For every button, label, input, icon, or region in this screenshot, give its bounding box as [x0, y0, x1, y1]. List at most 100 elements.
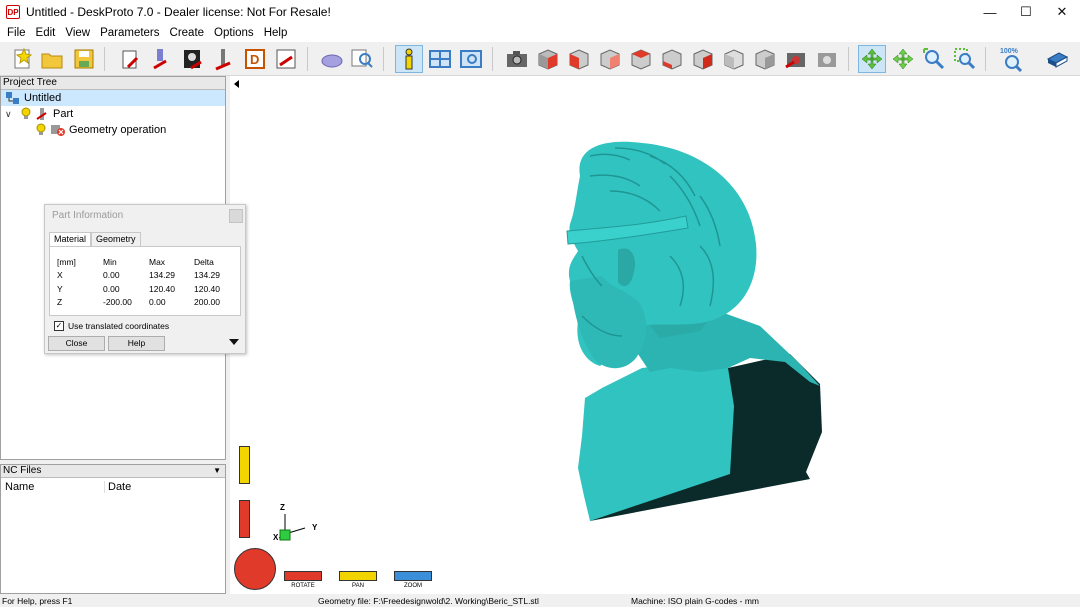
view-iso-button[interactable]	[534, 45, 562, 73]
minimize-button[interactable]: —	[972, 0, 1008, 24]
pan-slider[interactable]	[239, 446, 250, 484]
collapse-chevron-icon[interactable]: ∨	[5, 109, 17, 120]
help-button[interactable]: Help	[108, 336, 165, 351]
project-tree-header: Project Tree	[1, 77, 225, 90]
bitmap-button[interactable]	[179, 45, 207, 73]
pan-mode-bar[interactable]	[339, 571, 377, 581]
rotate-dial[interactable]	[234, 548, 276, 590]
dialog-close-icon[interactable]	[229, 209, 243, 223]
zoom-box-icon	[954, 48, 976, 70]
3d-model-bust[interactable]	[230, 76, 1080, 594]
column-header-name[interactable]: Name	[1, 481, 105, 493]
zoom-find-button[interactable]	[348, 45, 376, 73]
save-part-icon	[276, 49, 296, 69]
translated-coords-checkbox[interactable]: ✓	[54, 321, 64, 331]
row-delta: 200.00	[194, 297, 220, 308]
menu-create[interactable]: Create	[165, 27, 210, 39]
zoom-in-button[interactable]	[920, 45, 948, 73]
close-button[interactable]: Close	[48, 336, 105, 351]
info-icon	[405, 48, 413, 70]
lightbulb-icon[interactable]	[20, 107, 32, 121]
menu-options[interactable]: Options	[209, 27, 259, 39]
close-window-button[interactable]: ✕	[1044, 0, 1080, 24]
project-icon	[6, 92, 19, 104]
row-axis: X	[57, 270, 63, 281]
pan-mode-icon	[892, 48, 914, 70]
dimensions-table: [mm] Min Max Delta X 0.00 134.29 134.29 …	[57, 255, 234, 309]
rotate-mode-bar[interactable]	[284, 571, 322, 581]
menu-parameters[interactable]: Parameters	[95, 27, 164, 39]
add-part-button[interactable]	[148, 45, 176, 73]
zoom-100-label: 100%	[1000, 48, 1019, 55]
view-top-button[interactable]	[689, 45, 717, 73]
layout-button[interactable]	[426, 45, 454, 73]
zoom-slider[interactable]	[239, 500, 250, 538]
tree-item-untitled[interactable]: Untitled	[1, 90, 225, 106]
nc-files-panel: NC Files ▼ Name Date	[0, 464, 226, 594]
3d-viewport[interactable]: Z Y X ROTATE PAN ZOOM	[230, 76, 1080, 594]
zoom-mode-bar[interactable]	[394, 571, 432, 581]
rotate-mode-button[interactable]	[858, 45, 886, 73]
open-project-button[interactable]	[38, 45, 66, 73]
zoom-box-button[interactable]	[951, 45, 979, 73]
tree-item-label: Untitled	[24, 92, 62, 104]
pan-label: PAN	[352, 583, 364, 589]
row-delta: 120.40	[194, 283, 220, 294]
axis-x-label: X	[273, 533, 279, 542]
view-bottom-button[interactable]	[720, 45, 748, 73]
edit-d-icon: D	[245, 49, 265, 69]
header-min: Min	[103, 256, 117, 267]
camera-button[interactable]	[503, 45, 531, 73]
zoom-label: ZOOM	[404, 583, 422, 589]
3d-view-button[interactable]	[318, 45, 346, 73]
tree-item-part[interactable]: ∨ Part	[5, 106, 73, 122]
save-part-button[interactable]	[272, 45, 300, 73]
render-gray-button[interactable]	[813, 45, 841, 73]
row-min: -200.00	[103, 297, 132, 308]
render-button[interactable]	[782, 45, 810, 73]
menu-view[interactable]: View	[60, 27, 95, 39]
info-button[interactable]	[395, 45, 423, 73]
header-delta: Delta	[194, 256, 214, 267]
tree-item-geometry-operation[interactable]: Geometry operation	[35, 122, 166, 138]
view-right-button[interactable]	[658, 45, 686, 73]
tab-geometry[interactable]: Geometry	[91, 232, 141, 246]
svg-text:D: D	[250, 52, 259, 67]
view-top-icon	[693, 49, 713, 70]
view-front-icon	[569, 49, 589, 70]
save-project-button[interactable]	[70, 45, 98, 73]
view-right-icon	[662, 49, 682, 70]
nc-files-header[interactable]: NC Files ▼	[1, 465, 225, 478]
new-project-button[interactable]	[8, 45, 36, 73]
screen-button[interactable]	[457, 45, 485, 73]
view-front-button[interactable]	[565, 45, 593, 73]
table-header-row: [mm] Min Max Delta	[57, 255, 234, 269]
zoom-100-button[interactable]: 100%	[998, 45, 1026, 73]
column-header-date[interactable]: Date	[105, 481, 131, 493]
vector-button[interactable]	[210, 45, 238, 73]
translated-coords-option[interactable]: ✓ Use translated coordinates	[54, 321, 169, 331]
menu-file[interactable]: File	[2, 27, 31, 39]
view-gray-button[interactable]	[751, 45, 779, 73]
view-left-button[interactable]	[627, 45, 655, 73]
menu-edit[interactable]: Edit	[31, 27, 61, 39]
table-row: Y 0.00 120.40 120.40	[57, 282, 234, 296]
new-geometry-op-button[interactable]	[117, 45, 145, 73]
window-title: Untitled - DeskProto 7.0 - Dealer licens…	[26, 5, 331, 19]
maximize-button[interactable]: ☐	[1008, 0, 1044, 24]
part-icon	[36, 108, 47, 120]
title-bar: DP Untitled - DeskProto 7.0 - Dealer lic…	[0, 0, 1080, 24]
dropdown-arrow-icon[interactable]: ▼	[213, 465, 221, 477]
tab-material[interactable]: Material	[49, 232, 92, 246]
view-back-button[interactable]	[596, 45, 624, 73]
3d-view-icon	[321, 54, 343, 68]
status-machine: Machine: ISO plain G-codes - mm	[631, 596, 760, 606]
expand-down-arrow-icon[interactable]	[229, 339, 239, 345]
help-book-button[interactable]	[1043, 45, 1071, 73]
menu-help[interactable]: Help	[259, 27, 293, 39]
screen-icon	[460, 50, 482, 68]
lightbulb-icon[interactable]	[35, 123, 47, 137]
edit-d-button[interactable]: D	[241, 45, 269, 73]
pan-mode-button[interactable]	[889, 45, 917, 73]
nc-files-column-headers: Name Date	[1, 478, 225, 496]
